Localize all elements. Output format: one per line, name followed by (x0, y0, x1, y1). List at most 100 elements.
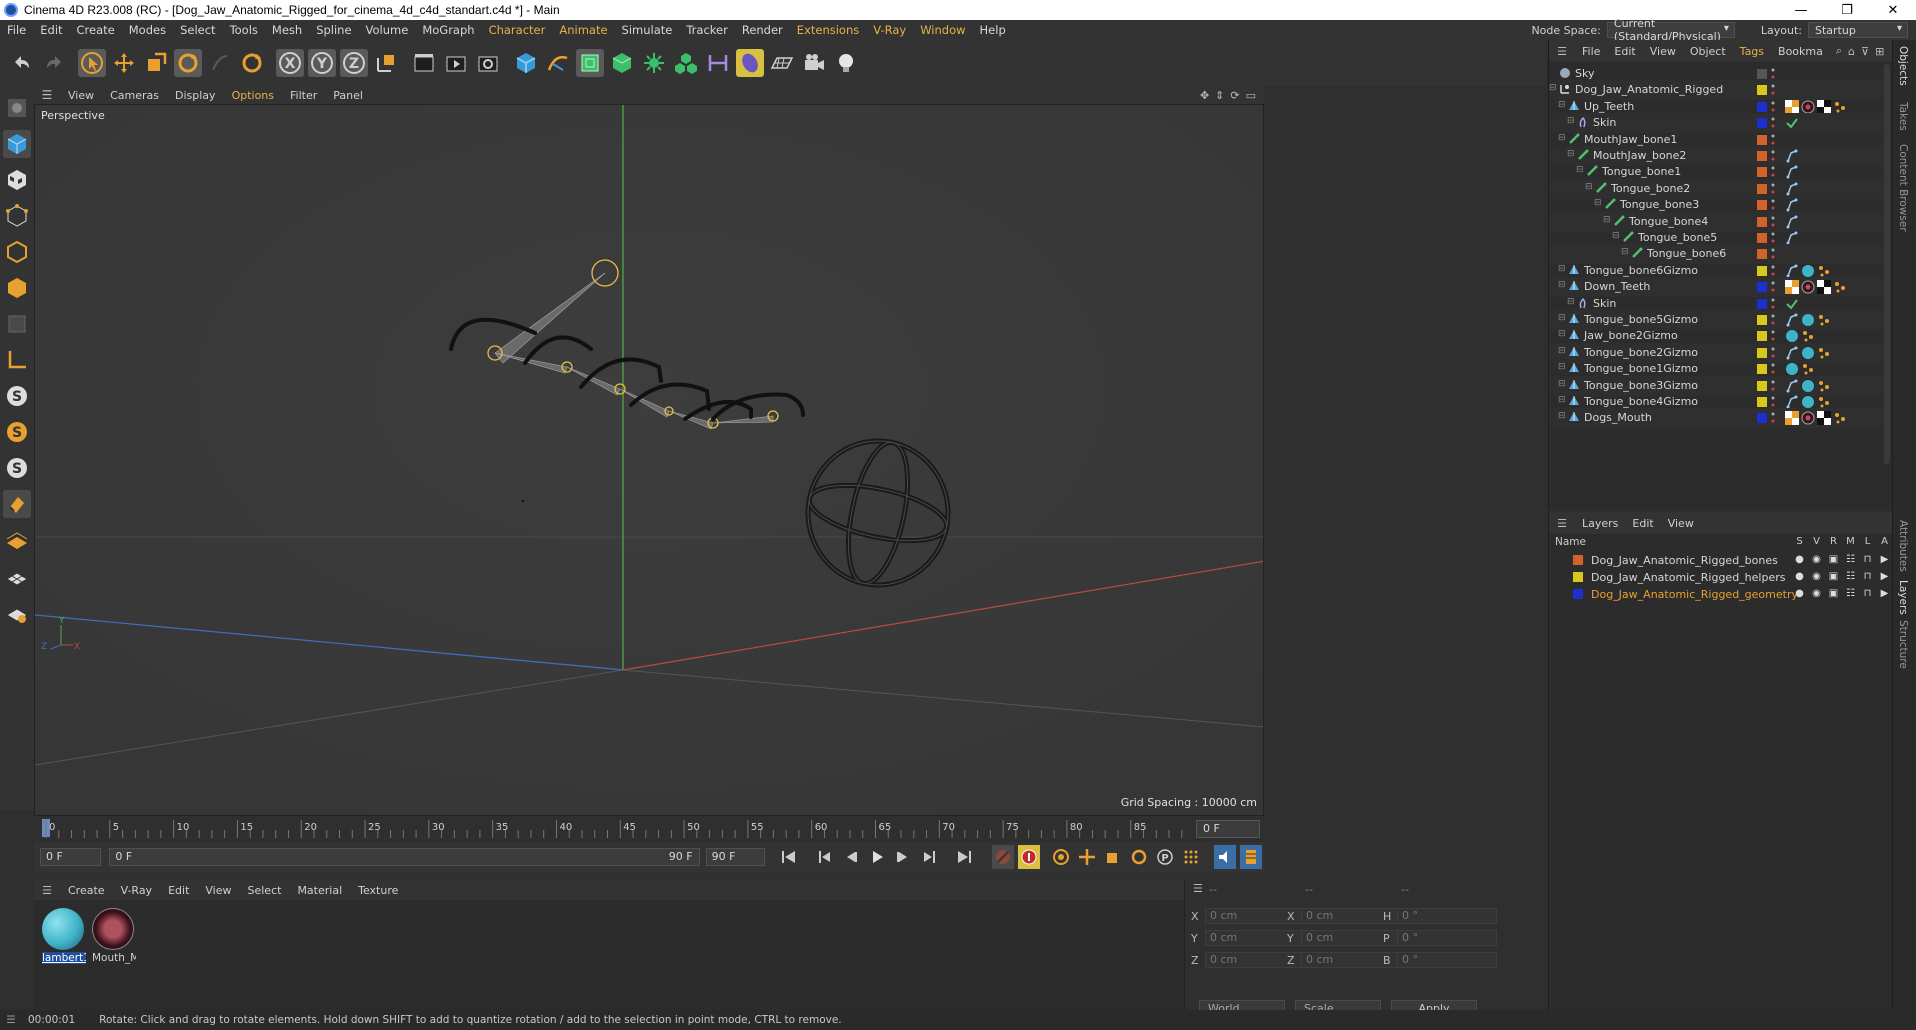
menu-animate[interactable]: Animate (552, 23, 614, 37)
dots-tag-icon[interactable] (1801, 362, 1815, 376)
material-menu-edit[interactable]: Edit (160, 884, 197, 897)
object-name[interactable]: Tongue_bone4 (1629, 215, 1708, 228)
axis-mode-icon[interactable] (3, 346, 31, 374)
check-tag-icon[interactable] (1785, 297, 1799, 311)
visibility-dots-icon[interactable] (1771, 264, 1775, 278)
home-icon[interactable]: ⌂ (1848, 45, 1855, 58)
viewport-menu-icon[interactable]: ☰ (34, 88, 60, 102)
visible-eye-icon[interactable]: ◉ (1810, 588, 1823, 600)
layer-color-swatch[interactable] (1757, 282, 1767, 293)
expand-toggle-icon[interactable]: ⊟ (1558, 411, 1566, 421)
symmetry-icon[interactable]: S (3, 454, 31, 482)
render-toggle-icon[interactable]: ▣ (1827, 571, 1840, 583)
object-menu-tags[interactable]: Tags (1733, 45, 1771, 58)
expand-toggle-icon[interactable]: ⊟ (1558, 133, 1566, 143)
visibility-dots-icon[interactable] (1771, 149, 1775, 163)
texture-mode-icon[interactable] (3, 166, 31, 194)
visibility-dots-icon[interactable] (1771, 329, 1775, 343)
object-name[interactable]: Tongue_bone5 (1638, 231, 1717, 244)
checker2-tag-icon[interactable] (1817, 280, 1831, 295)
timeline-ticks[interactable]: 051015202530354045505560657075808590 (34, 816, 1194, 842)
object-name[interactable]: Tongue_bone3Gizmo (1584, 379, 1698, 392)
ik-tag-icon[interactable] (1785, 215, 1799, 229)
layer-color-swatch[interactable] (1757, 413, 1767, 424)
visibility-dots-icon[interactable] (1771, 231, 1775, 245)
ik-tag-icon[interactable] (1785, 165, 1799, 179)
render-view-icon[interactable] (410, 49, 438, 77)
move-tool-icon[interactable] (110, 49, 138, 77)
lambert-tag-icon[interactable] (1801, 313, 1815, 327)
coords-menu-icon[interactable]: ☰ (1193, 882, 1203, 895)
lambert-tag-icon[interactable] (1801, 395, 1815, 409)
go-to-end-icon[interactable] (953, 845, 975, 869)
expand-toggle-icon[interactable]: ⊟ (1558, 395, 1566, 405)
lock-icon[interactable]: ⊓ (1861, 571, 1874, 583)
menu-render[interactable]: Render (735, 23, 790, 37)
layer-row[interactable]: Dog_Jaw_Anatomic_Rigged_bones ● ◉ ▣ ☷ ⊓ ▶ (1549, 552, 1889, 569)
layer-color-swatch[interactable] (1757, 118, 1767, 129)
menu-spline[interactable]: Spline (309, 23, 358, 37)
expand-toggle-icon[interactable]: ⊟ (1576, 165, 1584, 175)
scale-tool-icon[interactable] (142, 49, 170, 77)
coords-value-field[interactable]: 0 ° (1397, 930, 1497, 946)
checker-tag-icon[interactable] (1785, 411, 1799, 426)
coords-value-field[interactable]: 0 ° (1397, 952, 1497, 968)
visibility-dots-icon[interactable] (1771, 346, 1775, 360)
expand-toggle-icon[interactable]: ⊟ (1558, 264, 1566, 274)
menu-v-ray[interactable]: V-Ray (866, 23, 913, 37)
solo-toggle-icon[interactable]: ● (1793, 571, 1806, 583)
object-menu-icon[interactable]: ☰ (1549, 45, 1575, 58)
visible-eye-icon[interactable]: ◉ (1810, 554, 1823, 566)
visibility-dots-icon[interactable] (1771, 67, 1775, 81)
viewport-menu-filter[interactable]: Filter (282, 89, 325, 102)
material-menu-create[interactable]: Create (60, 884, 113, 897)
animation-toggle-icon[interactable]: ▶ (1878, 571, 1891, 583)
soft-selection-icon[interactable]: S (3, 418, 31, 446)
rotate-tool-icon[interactable] (174, 49, 202, 77)
layer-color-swatch[interactable] (1573, 555, 1583, 565)
material-menu-vray[interactable]: V-Ray (113, 884, 161, 897)
object-name[interactable]: MouthJaw_bone2 (1593, 149, 1686, 162)
layer-color-swatch[interactable] (1757, 298, 1767, 309)
light-icon[interactable] (832, 49, 860, 77)
object-name[interactable]: Tongue_bone1 (1602, 165, 1681, 178)
menu-select[interactable]: Select (173, 23, 222, 37)
material-name[interactable]: lambert1 (42, 952, 86, 964)
render-toggle-icon[interactable]: ▣ (1827, 554, 1840, 566)
layer-color-swatch[interactable] (1757, 101, 1767, 112)
object-name[interactable]: MouthJaw_bone1 (1584, 133, 1677, 146)
current-frame-field[interactable]: 0 F (1196, 820, 1260, 838)
expand-toggle-icon[interactable]: ⊟ (1549, 83, 1557, 93)
viewport-rotate-icon[interactable]: ⟳ (1230, 89, 1239, 102)
material-name[interactable]: Mouth_M (92, 952, 136, 964)
expand-toggle-icon[interactable]: ⊟ (1558, 100, 1566, 110)
menu-modes[interactable]: Modes (122, 23, 173, 37)
record-keys-icon[interactable] (992, 845, 1015, 869)
select-tool-icon[interactable] (78, 49, 106, 77)
checker2-tag-icon[interactable] (1817, 99, 1831, 114)
object-menu-edit[interactable]: Edit (1607, 45, 1642, 58)
go-to-start-icon[interactable] (778, 845, 800, 869)
timeline-sound-icon[interactable] (1213, 845, 1236, 869)
grid-workplane-icon[interactable] (3, 562, 31, 590)
subdivision-surface-icon[interactable] (576, 49, 604, 77)
start-frame-field[interactable]: 0 F (40, 848, 102, 866)
expand-toggle-icon[interactable]: ⊟ (1567, 297, 1575, 307)
viewport-menu-cameras[interactable]: Cameras (102, 89, 167, 102)
layer-color-swatch[interactable] (1573, 572, 1583, 582)
layer-menu-icon[interactable]: ☰ (1549, 517, 1575, 530)
layer-color-swatch[interactable] (1757, 315, 1767, 325)
ik-tag-icon[interactable] (1785, 313, 1799, 327)
lock-icon[interactable]: ⊓ (1861, 554, 1874, 566)
layer-color-swatch[interactable] (1757, 167, 1767, 178)
key-scale-icon[interactable] (1102, 845, 1124, 869)
close-button[interactable]: ✕ (1870, 0, 1916, 20)
viewport-menu-options[interactable]: Options (224, 89, 282, 102)
expand-toggle-icon[interactable]: ⊟ (1603, 215, 1611, 225)
checker2-tag-icon[interactable] (1817, 411, 1831, 426)
timeline-ruler[interactable]: 051015202530354045505560657075808590 0 F (34, 816, 1264, 842)
material-menu-texture[interactable]: Texture (350, 884, 406, 897)
visibility-dots-icon[interactable] (1771, 280, 1775, 294)
lambert-tag-icon[interactable] (1801, 379, 1815, 393)
object-menu-view[interactable]: View (1643, 45, 1683, 58)
